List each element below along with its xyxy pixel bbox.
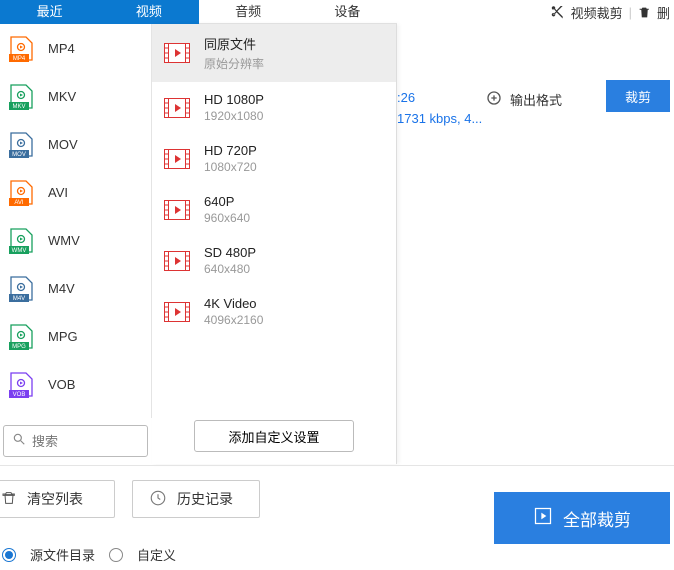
format-category-tabs: 最近视频音频设备 (0, 0, 397, 24)
format-item-mpg[interactable]: MPG MPG (0, 312, 151, 360)
svg-text:WMV: WMV (12, 248, 27, 254)
resolution-title: 同原文件 (204, 34, 264, 53)
resolution-item-3[interactable]: 640P 960x640 (152, 184, 396, 235)
resolution-item-2[interactable]: HD 720P 1080x720 (152, 133, 396, 184)
format-label: MKV (48, 89, 76, 104)
svg-text:M4V: M4V (13, 296, 25, 302)
tab-1[interactable]: 视频 (99, 0, 198, 24)
time-fragment: :26 (397, 90, 482, 105)
file-mp4-icon: MP4 (8, 36, 36, 60)
resolution-sub: 4096x2160 (204, 313, 263, 327)
trash-icon[interactable] (638, 6, 651, 19)
video-icon (164, 98, 190, 118)
video-crop-label[interactable]: 视频裁剪 (571, 3, 623, 22)
svg-text:MPG: MPG (12, 344, 26, 350)
resolution-title: HD 720P (204, 143, 257, 158)
resolution-item-4[interactable]: SD 480P 640x480 (152, 235, 396, 286)
separator: | (629, 5, 632, 20)
video-icon (164, 149, 190, 169)
radio-source-dir-label: 源文件目录 (30, 545, 95, 564)
output-format[interactable]: 输出格式 (486, 90, 562, 109)
crop-all-button[interactable]: 全部裁剪 (494, 492, 670, 544)
format-label: MOV (48, 137, 78, 152)
format-label: VOB (48, 377, 75, 392)
history-button[interactable]: 历史记录 (132, 480, 260, 518)
trash-icon (1, 490, 17, 509)
resolution-title: HD 1080P (204, 92, 264, 107)
svg-text:VOB: VOB (13, 392, 26, 398)
search-box[interactable] (3, 425, 148, 457)
file-mpg-icon: MPG (8, 324, 36, 348)
resolution-sub: 原始分辨率 (204, 55, 264, 72)
format-label: AVI (48, 185, 68, 200)
divider (0, 465, 674, 466)
format-label: M4V (48, 281, 75, 296)
svg-text:MOV: MOV (12, 152, 26, 158)
file-mkv-icon: MKV (8, 84, 36, 108)
resolution-submenu: 同原文件原始分辨率 HD 1080P 1920x1080 HD 720P 1080x72… (152, 24, 397, 464)
resolution-title: 640P (204, 194, 250, 209)
resolution-sub: 960x640 (204, 211, 250, 225)
output-format-icon (486, 90, 502, 109)
format-item-vob[interactable]: VOB VOB (0, 360, 151, 408)
output-format-label: 输出格式 (510, 90, 562, 109)
resolution-sub: 1080x720 (204, 160, 257, 174)
radio-custom[interactable] (109, 548, 123, 562)
scissors-icon (551, 6, 565, 20)
resolution-item-1[interactable]: HD 1080P 1920x1080 (152, 82, 396, 133)
video-icon (164, 43, 190, 63)
format-item-avi[interactable]: AVI AVI (0, 168, 151, 216)
format-item-wmv[interactable]: WMV WMV (0, 216, 151, 264)
video-icon (164, 302, 190, 322)
format-label: WMV (48, 233, 80, 248)
resolution-sub: 1920x1080 (204, 109, 264, 123)
crop-all-label: 全部裁剪 (563, 506, 631, 531)
clear-list-button[interactable]: 清空列表 (0, 480, 115, 518)
format-label: MP4 (48, 41, 75, 56)
search-icon (12, 432, 26, 451)
video-icon (164, 200, 190, 220)
svg-text:MP4: MP4 (13, 56, 26, 62)
format-item-mkv[interactable]: MKV MKV (0, 72, 151, 120)
format-item-mov[interactable]: MOV MOV (0, 120, 151, 168)
resolution-title: 4K Video (204, 296, 263, 311)
format-list: MP4MP4MKVMKVMOVMOVAVIAVIWMVWMVM4VM4VMPGM… (0, 24, 152, 418)
file-wmv-icon: WMV (8, 228, 36, 252)
add-custom-settings-button[interactable]: 添加自定义设置 (194, 420, 354, 452)
radio-custom-label: 自定义 (137, 545, 176, 564)
format-item-mp4[interactable]: MP4 MP4 (0, 24, 151, 72)
tab-3[interactable]: 设备 (298, 0, 397, 24)
resolution-title: SD 480P (204, 245, 256, 260)
clock-icon (149, 489, 167, 510)
file-mov-icon: MOV (8, 132, 36, 156)
resolution-item-5[interactable]: 4K Video 4096x2160 (152, 286, 396, 337)
clear-list-label: 清空列表 (27, 489, 83, 509)
radio-source-dir[interactable] (2, 548, 16, 562)
video-icon (164, 251, 190, 271)
file-info-area: :26 1731 kbps, 4... (397, 90, 482, 126)
bitrate-fragment: 1731 kbps, 4... (397, 111, 482, 126)
format-label: MPG (48, 329, 78, 344)
history-label: 历史记录 (177, 489, 233, 509)
file-vob-icon: VOB (8, 372, 36, 396)
play-icon (533, 506, 553, 531)
file-m4v-icon: M4V (8, 276, 36, 300)
tab-2[interactable]: 音频 (199, 0, 298, 24)
delete-label[interactable]: 删 (657, 3, 670, 22)
crop-button[interactable]: 裁剪 (606, 80, 670, 112)
output-path-radios: 源文件目录 自定义 (2, 545, 176, 564)
svg-text:AVI: AVI (14, 200, 24, 206)
resolution-sub: 640x480 (204, 262, 256, 276)
resolution-item-0[interactable]: 同原文件原始分辨率 (152, 24, 396, 82)
svg-text:MKV: MKV (12, 104, 25, 110)
tab-0[interactable]: 最近 (0, 0, 99, 24)
file-avi-icon: AVI (8, 180, 36, 204)
format-item-m4v[interactable]: M4V M4V (0, 264, 151, 312)
